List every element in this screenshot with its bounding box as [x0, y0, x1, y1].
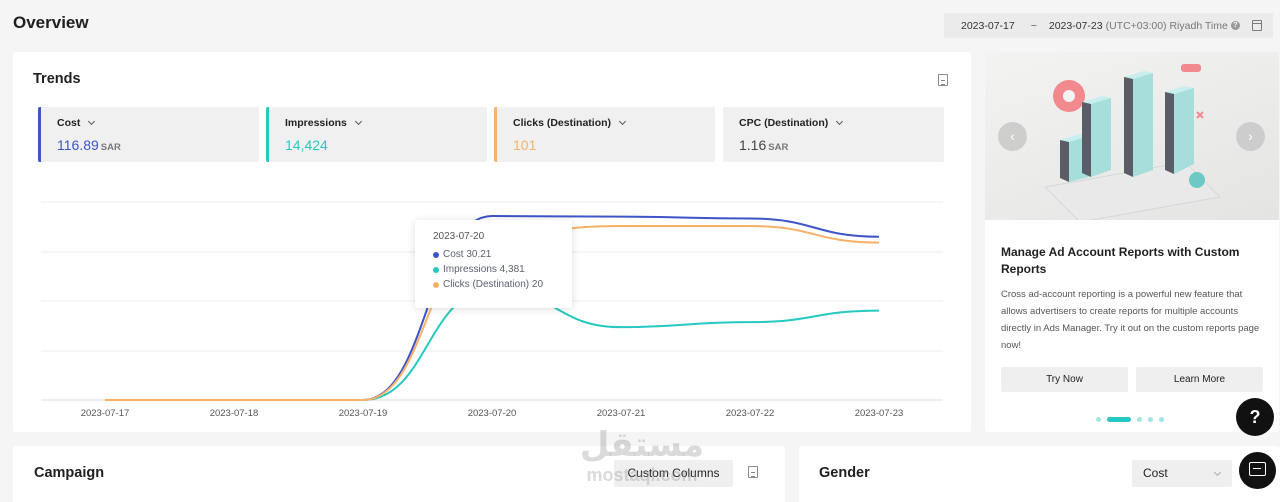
metric-cpc[interactable]: CPC (Destination) 1.16 SAR — [723, 107, 944, 162]
metric-clicks[interactable]: Clicks (Destination) 101 — [494, 107, 715, 162]
export-icon[interactable] — [938, 74, 948, 86]
chevron-down-icon — [618, 117, 627, 126]
date-separator: ~ — [1030, 19, 1037, 32]
carousel-dot[interactable] — [1159, 417, 1164, 422]
carousel-dot[interactable] — [1137, 417, 1142, 422]
learn-more-button[interactable]: Learn More — [1136, 367, 1263, 392]
metric-label: CPC (Destination) — [739, 117, 829, 129]
chevron-down-icon — [1213, 468, 1222, 477]
metric-label: Cost — [57, 117, 81, 129]
metric-cost[interactable]: Cost 116.89 SAR — [38, 107, 259, 162]
campaign-title: Campaign — [34, 465, 105, 481]
chevron-down-icon — [88, 117, 96, 126]
tooltip-row-label: Cost 30.21 — [443, 249, 492, 260]
tooltip-row: Cost 30.21 — [433, 247, 572, 262]
metric-impressions[interactable]: Impressions 14,424 — [266, 107, 487, 162]
timezone-label: (UTC+03:00) Riyadh Time — [1105, 19, 1228, 32]
date-end: 2023-07-23 — [1048, 19, 1103, 32]
bar-chart-illustration — [1043, 64, 1222, 223]
chat-icon — [1249, 462, 1266, 476]
metric-value: 14,424 — [285, 137, 328, 153]
chevron-down-icon — [836, 117, 844, 126]
carousel-prev-button[interactable]: ‹ — [998, 122, 1027, 151]
x-tick-label: 2023-07-21 — [597, 408, 646, 419]
metric-label: Impressions — [285, 117, 347, 129]
gender-title: Gender — [819, 465, 870, 481]
timezone-help-icon[interactable]: ? — [1230, 21, 1240, 30]
date-start: 2023-07-17 — [961, 19, 1015, 32]
export-icon[interactable] — [748, 466, 758, 478]
promo-card: ‹ › Manage Ad Account Reports with Custo… — [985, 52, 1279, 432]
tooltip-row: Clicks (Destination) 20 — [433, 277, 572, 292]
metric-value: 101 — [513, 137, 537, 153]
tooltip-row-label: Impressions 4,381 — [443, 264, 525, 275]
gender-metric-select[interactable]: Cost — [1132, 460, 1232, 487]
x-tick-label: 2023-07-19 — [339, 408, 388, 419]
x-tick-label: 2023-07-18 — [210, 408, 259, 419]
legend-dot — [433, 266, 439, 273]
x-tick-label: 2023-07-17 — [81, 408, 130, 419]
gender-card: Gender Cost — [799, 446, 1280, 502]
metric-unit: SAR — [768, 142, 789, 153]
promo-title: Manage Ad Account Reports with Custom Re… — [1001, 245, 1240, 276]
legend-dot — [433, 281, 439, 288]
help-button[interactable]: ? — [1236, 398, 1274, 436]
chart-tooltip: 2023-07-20 Cost 30.21 Impressions 4,381 … — [415, 220, 572, 308]
calendar-icon[interactable] — [1252, 20, 1262, 31]
carousel-next-button[interactable]: › — [1236, 122, 1265, 151]
metric-unit: SAR — [100, 142, 121, 153]
trends-card: Trends Cost 116.89 SAR Impressions 14,424… — [13, 52, 971, 432]
carousel-dot-active[interactable] — [1107, 417, 1131, 422]
select-value: Cost — [1143, 466, 1168, 480]
metric-value: 1.16 — [739, 137, 767, 153]
x-tick-label: 2023-07-23 — [855, 408, 904, 419]
chevron-down-icon — [354, 117, 362, 126]
carousel-dot[interactable] — [1148, 417, 1153, 422]
carousel-dot[interactable] — [1096, 417, 1101, 422]
x-tick-label: 2023-07-22 — [726, 408, 775, 419]
promo-body: Cross ad-account reporting is a powerful… — [1001, 289, 1260, 351]
x-tick-label: 2023-07-20 — [468, 408, 517, 419]
trends-title: Trends — [33, 71, 81, 87]
chat-button[interactable] — [1239, 452, 1276, 489]
tooltip-date: 2023-07-20 — [433, 231, 485, 242]
metric-label: Clicks (Destination) — [513, 117, 612, 129]
legend-dot — [433, 251, 439, 258]
metric-value: 116.89 — [57, 137, 99, 153]
try-now-button[interactable]: Try Now — [1001, 367, 1128, 392]
custom-columns-button[interactable]: Custom Columns — [614, 460, 733, 487]
promo-illustration: ‹ › — [985, 52, 1279, 223]
carousel-indicator — [1096, 417, 1170, 422]
campaign-card: Campaign Custom Columns — [13, 446, 785, 502]
tooltip-row: Impressions 4,381 — [433, 262, 572, 277]
date-range-picker[interactable]: 2023-07-17 ~ 2023-07-23 (UTC+03:00) Riya… — [944, 13, 1273, 38]
tooltip-row-label: Clicks (Destination) 20 — [443, 279, 544, 290]
page-title: Overview — [13, 13, 89, 32]
